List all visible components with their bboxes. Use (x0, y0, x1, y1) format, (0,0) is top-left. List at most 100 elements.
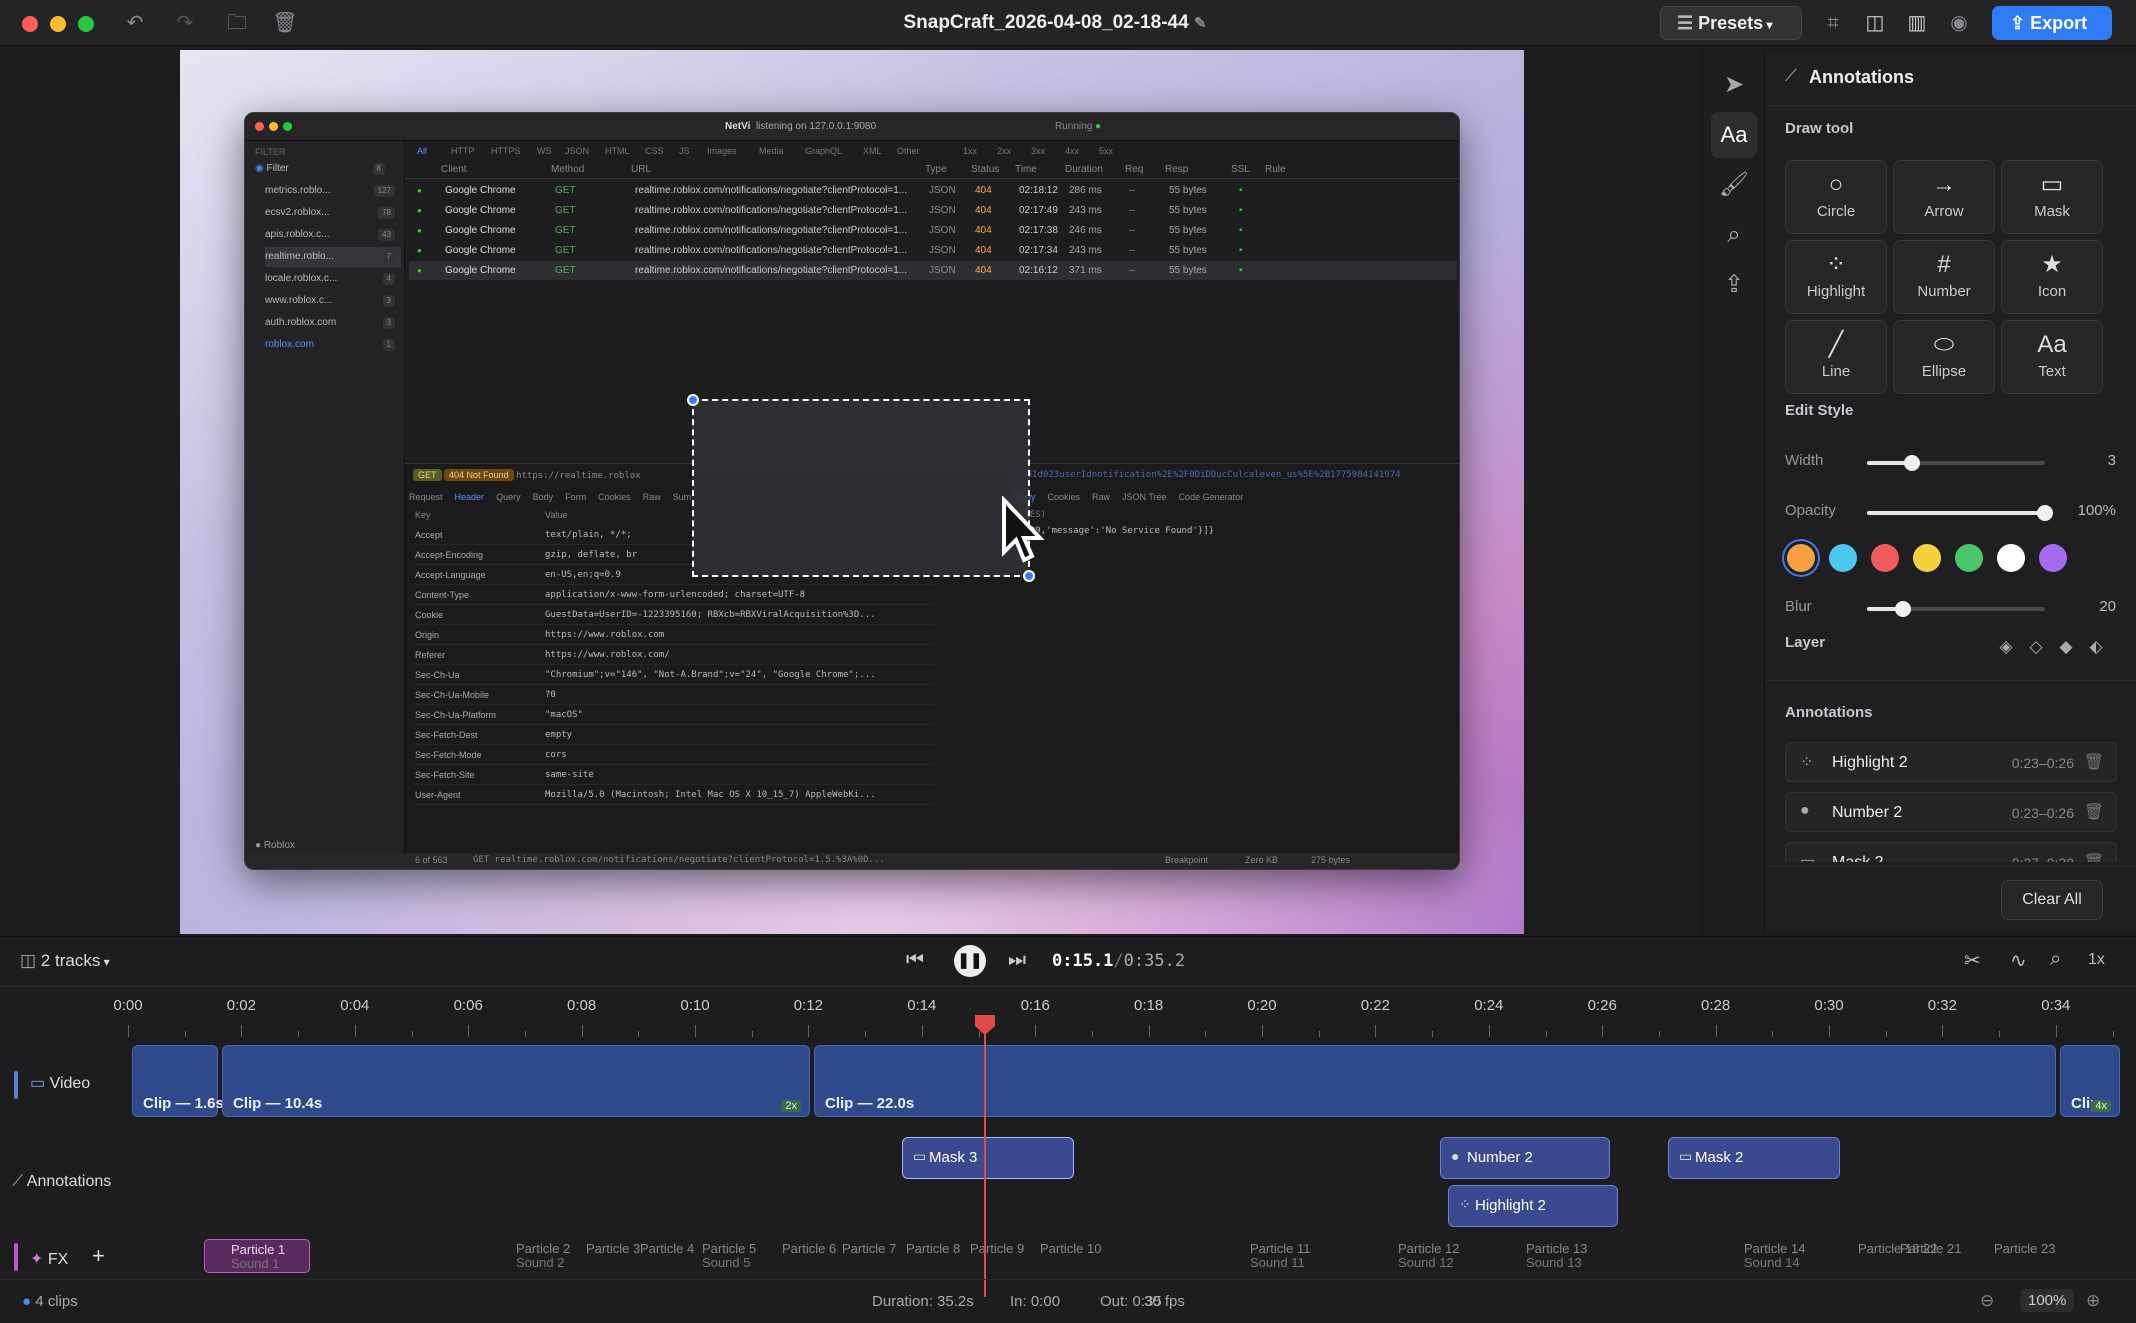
fx-clip[interactable]: Particle 1 Sound 1 (204, 1239, 310, 1273)
close-window-button[interactable] (22, 16, 38, 32)
zoom-tool-icon[interactable]: ⌕ (1711, 212, 1757, 258)
video-clip[interactable]: Clip — 10.4s 2x (222, 1045, 810, 1117)
panel-divider (1765, 680, 2136, 681)
captured-cell-client: Google Chrome (445, 245, 516, 256)
tool-arrow-button[interactable]: → Arrow (1893, 160, 1995, 234)
fx-clip[interactable]: Particle 23 (1968, 1239, 2064, 1273)
annotation-list-item[interactable]: ▭ Mask 2 0:27–0:30 🗑 (1785, 842, 2117, 862)
tool-line-button[interactable]: ╱ Line (1785, 320, 1887, 394)
tool-mask-button[interactable]: ▭ Mask (2001, 160, 2103, 234)
split-view-icon[interactable]: ▥ (1904, 10, 1930, 36)
captured-response-tab: JSON Tree (1122, 492, 1167, 502)
color-swatch[interactable] (1955, 544, 1983, 572)
zoom-window-button[interactable] (78, 16, 94, 32)
scissors-icon[interactable]: ✂ (1964, 948, 1981, 973)
preview-eye-icon[interactable]: ◉ (1946, 10, 1972, 36)
trash-icon[interactable]: 🗑 (2084, 852, 2104, 862)
annotation-clip[interactable]: ▭ Mask 2 (1668, 1137, 1840, 1179)
width-slider[interactable] (1867, 455, 2045, 471)
screenshot-canvas[interactable]: NetVi listening on 127.0.0.1:9080 Runnin… (180, 50, 1524, 934)
annotation-list-item[interactable]: ⁘ Highlight 2 0:23–0:26 🗑 (1785, 742, 2117, 782)
undo-icon[interactable]: ↶ (122, 10, 148, 36)
mask-annotation[interactable] (687, 394, 1035, 582)
tracks-dropdown[interactable]: ◫ 2 tracks ▾ (20, 951, 110, 971)
captured-header-key: Sec-Fetch-Dest (415, 730, 478, 740)
tool-circle-button[interactable]: ○ Circle (1785, 160, 1887, 234)
annotation-clip[interactable]: ● Number 2 (1440, 1137, 1610, 1179)
tool-text-button[interactable]: Aa Text (2001, 320, 2103, 394)
annotation-list-item[interactable]: ● Number 2 0:23–0:26 🗑 (1785, 792, 2117, 832)
fx-clip[interactable]: Particle 10 (1014, 1239, 1110, 1273)
sidebar-toggle-icon[interactable]: ◫ (1862, 10, 1888, 36)
pointer-tool-icon[interactable]: ➤ (1711, 62, 1757, 108)
bring-forward-icon[interactable]: ◇ (2025, 636, 2047, 658)
color-swatch[interactable] (1913, 544, 1941, 572)
redo-icon[interactable]: ↷ (172, 10, 198, 36)
presets-button[interactable]: ☰ Presets ▾ (1660, 6, 1802, 40)
video-track-indicator (14, 1071, 18, 1099)
trash-icon[interactable]: 🗑 (2084, 802, 2104, 822)
trash-icon[interactable]: 🗑 (272, 10, 298, 36)
playhead-line[interactable] (984, 1017, 986, 1297)
send-to-back-icon[interactable]: ⬖ (2085, 636, 2107, 658)
export-button[interactable]: ⇪ Export (1992, 6, 2112, 40)
playback-speed[interactable]: 1x (2088, 951, 2105, 969)
edit-title-icon[interactable]: ✎ (1194, 15, 1207, 32)
width-slider-knob[interactable] (1903, 455, 1920, 471)
color-swatch[interactable] (2039, 544, 2067, 572)
ruler-minor-tick (1999, 1031, 2001, 1037)
captured-host-count: 7 (382, 251, 395, 263)
document-title[interactable]: SnapCraft_2026-04-08_02-18-44 ✎ (880, 12, 1230, 34)
timeline-controls: ◫ 2 tracks ▾ ⏮ ❚❚ ⏭ 0:15.1/0:35.2 ✂ ∿ ⌕ … (0, 937, 2136, 987)
color-swatch[interactable] (1997, 544, 2025, 572)
fx-clip[interactable]: Particle 13 Sound 13 (1500, 1239, 1596, 1273)
skip-forward-icon[interactable]: ⏭ (1008, 949, 1026, 972)
waveform-icon[interactable]: ∿ (2010, 948, 2027, 973)
tool-ellipse-button[interactable]: ⬭ Ellipse (1893, 320, 1995, 394)
captured-cell-type: JSON (929, 265, 956, 276)
app-dot-icon: ● (255, 840, 264, 851)
zoom-level[interactable]: 100% (2020, 1289, 2075, 1312)
annotate-text-tool-icon[interactable]: Aa (1711, 112, 1757, 158)
timeline-search-icon[interactable]: ⌕ (2050, 948, 2061, 971)
skip-back-icon[interactable]: ⏮ (906, 949, 924, 972)
color-swatch[interactable] (1829, 544, 1857, 572)
video-clip[interactable]: Clip — 1.6s (132, 1045, 224, 1117)
brush-tool-icon[interactable]: 🖌 (1711, 162, 1757, 208)
blur-slider-knob[interactable] (1894, 601, 1911, 617)
tool-number-button[interactable]: # Number (1893, 240, 1995, 314)
share-tool-icon[interactable]: ⇪ (1711, 262, 1757, 308)
color-swatch[interactable] (1787, 544, 1815, 572)
send-backward-icon[interactable]: ◆ (2055, 636, 2077, 658)
draw-tool-label: Draw tool (1785, 120, 1854, 137)
annotation-clip[interactable]: ▭ Mask 3 (902, 1137, 1074, 1179)
fx-clip[interactable]: Particle 12 Sound 12 (1372, 1239, 1468, 1273)
tool-icon-button[interactable]: ★ Icon (2001, 240, 2103, 314)
time-ruler[interactable]: 0:00 0:02 0:04 0:06 0:08 0:10 0:12 0:14 0:16 0:18… (113, 987, 2136, 1037)
blur-slider[interactable] (1867, 601, 2045, 617)
panel-header: ⟋ Annotations (1765, 50, 2136, 106)
bring-to-front-icon[interactable]: ◈ (1995, 636, 2017, 658)
pause-button[interactable]: ❚❚ (954, 945, 986, 977)
tool-highlight-button[interactable]: ⁘ Highlight (1785, 240, 1887, 314)
annotation-clip[interactable]: ⁘ Highlight 2 (1448, 1185, 1618, 1227)
zoom-out-icon[interactable]: ⊖ (1980, 1291, 1994, 1311)
mask-handle-bottom-right[interactable] (1023, 570, 1035, 582)
fx-clip[interactable]: Particle 14 Sound 14 (1718, 1239, 1814, 1273)
crop-icon[interactable]: ⌗ (1820, 10, 1846, 36)
fx-clip[interactable]: Particle 21 (1874, 1239, 1970, 1273)
clear-all-button[interactable]: Clear All (2001, 880, 2103, 920)
opacity-slider-knob[interactable] (2037, 505, 2053, 521)
color-swatch[interactable] (1871, 544, 1899, 572)
video-clip[interactable]: Clip 4x (2060, 1045, 2120, 1117)
captured-request-tab: Sum (672, 492, 692, 502)
minimize-window-button[interactable] (50, 16, 66, 32)
opacity-slider[interactable] (1867, 505, 2053, 521)
mask-handle-top-left[interactable] (687, 394, 699, 406)
open-folder-icon[interactable]: 🗀 (224, 10, 250, 36)
fx-clip[interactable]: Particle 11 Sound 11 (1224, 1239, 1320, 1273)
video-clip[interactable]: Clip — 22.0s (814, 1045, 2056, 1117)
trash-icon[interactable]: 🗑 (2084, 752, 2104, 772)
zoom-in-icon[interactable]: ⊕ (2086, 1291, 2100, 1311)
add-fx-button[interactable]: + (92, 1243, 105, 1269)
